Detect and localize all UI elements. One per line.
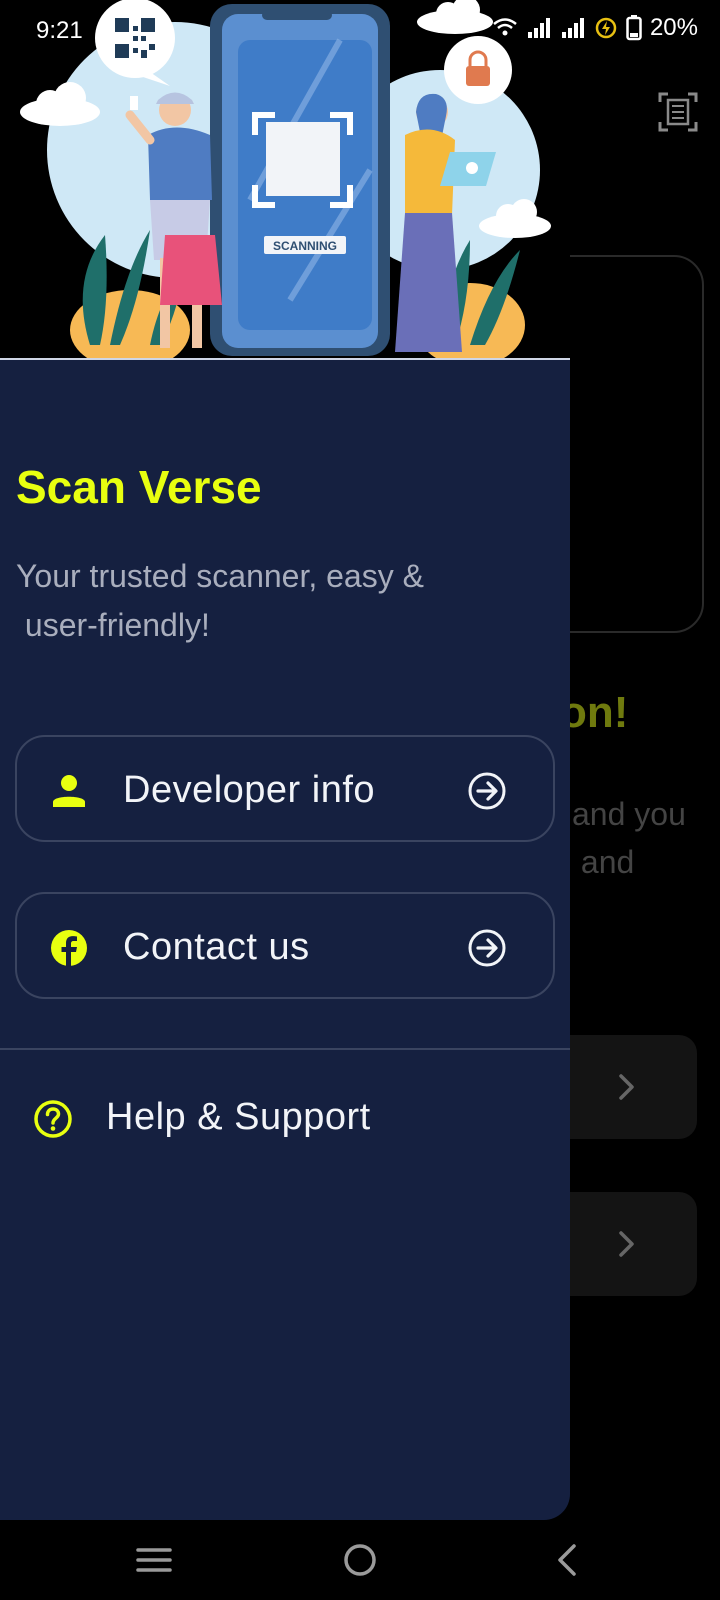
wifi-icon bbox=[493, 18, 517, 36]
help-support-label: Help & Support bbox=[106, 1096, 371, 1138]
person-icon bbox=[53, 775, 85, 807]
developer-info-button[interactable]: Developer info bbox=[15, 735, 555, 842]
system-nav-bar bbox=[0, 1520, 720, 1600]
arrow-circle-right-icon bbox=[468, 772, 506, 810]
drawer-divider bbox=[0, 1048, 570, 1050]
arrow-circle-right-icon bbox=[468, 929, 506, 967]
developer-info-label: Developer info bbox=[123, 769, 376, 811]
facebook-icon bbox=[51, 930, 87, 966]
signal-icon bbox=[527, 18, 550, 38]
app-tagline: Your trusted scanner, easy & user-friend… bbox=[16, 558, 424, 643]
contact-us-button[interactable]: Contact us bbox=[15, 892, 555, 999]
battery-percent: 20% bbox=[649, 14, 698, 41]
back-icon[interactable] bbox=[548, 1540, 588, 1580]
chevron-right-icon bbox=[619, 1074, 634, 1100]
data-saver-icon bbox=[595, 17, 617, 39]
background-text: and you and bbox=[572, 796, 686, 880]
status-time: 9:21 bbox=[36, 17, 83, 44]
scanning-badge: SCANNING bbox=[273, 239, 337, 253]
battery-icon bbox=[626, 15, 642, 41]
help-circle-icon bbox=[34, 1100, 72, 1138]
menu-icon[interactable] bbox=[134, 1540, 174, 1580]
contact-us-label: Contact us bbox=[123, 926, 310, 968]
app-title: Scan Verse bbox=[16, 461, 262, 513]
status-icons: 20% bbox=[492, 14, 698, 42]
help-support-item[interactable]: Help & Support bbox=[0, 1080, 570, 1160]
navigation-drawer: SCANNING Scan Verse Your trusted scanner… bbox=[0, 0, 570, 1520]
background-heading: on! bbox=[560, 688, 629, 737]
scanner-icon[interactable] bbox=[656, 90, 700, 134]
chevron-right-icon bbox=[619, 1231, 634, 1257]
screen: on! and you and SCANNING Scan Verse Your… bbox=[0, 0, 720, 1600]
signal-icon bbox=[561, 18, 584, 38]
home-icon[interactable] bbox=[340, 1540, 380, 1580]
status-bar: 9:21 20% bbox=[0, 0, 720, 60]
